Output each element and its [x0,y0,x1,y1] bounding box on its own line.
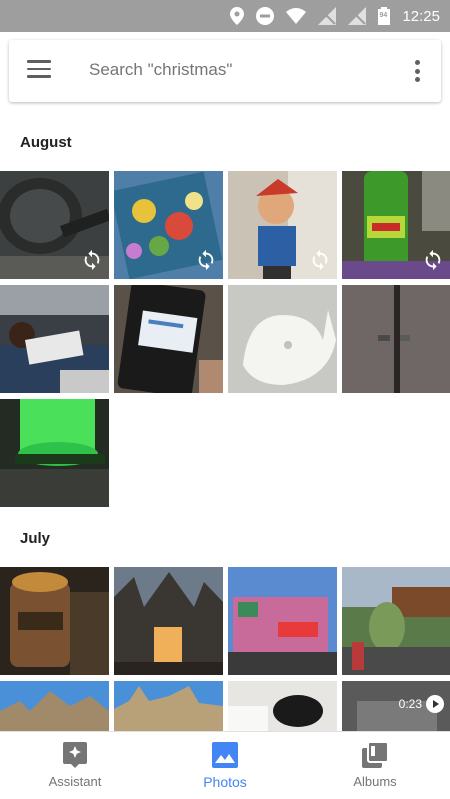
nav-photos[interactable]: Photos [150,732,300,799]
bottom-navigation: Assistant Photos Albums [0,731,450,799]
albums-icon [362,742,388,768]
video-duration-badge: 0:23 [399,695,444,713]
photos-icon [212,741,238,768]
nav-albums[interactable]: Albums [300,732,450,799]
nav-label: Photos [203,773,247,790]
photo-thumbnail[interactable] [0,171,109,279]
photo-thumbnail[interactable] [228,285,337,393]
nav-label: Albums [353,774,397,789]
photo-thumbnail[interactable] [114,171,223,279]
sync-icon [425,249,441,271]
wifi-icon [286,8,307,24]
do-not-disturb-icon [256,7,275,25]
location-icon [230,7,245,25]
photo-thumbnail[interactable] [342,171,450,279]
photo-thumbnail[interactable] [114,567,223,675]
sync-icon [84,249,100,271]
nav-label: Assistant [48,774,102,789]
photo-thumbnail[interactable] [342,567,450,675]
assistant-icon [63,742,87,768]
sync-icon [198,249,214,271]
photo-thumbnail[interactable] [114,285,223,393]
battery-level: 94 [379,12,388,19]
photo-thumbnail[interactable] [228,567,337,675]
sync-icon [312,249,328,271]
status-bar: 94 12:25 [0,0,450,32]
video-thumbnail[interactable]: 0:23 [342,681,450,731]
photo-thumbnail[interactable] [0,285,109,393]
clock: 12:25 [402,7,440,25]
battery-icon: 94 [378,7,391,25]
section-header-august: August [20,134,72,151]
photo-thumbnail[interactable] [228,171,337,279]
menu-icon[interactable] [27,60,51,80]
search-input[interactable] [89,60,389,80]
photo-thumbnail[interactable] [114,681,223,731]
search-bar [9,40,441,102]
photo-thumbnail[interactable] [0,567,109,675]
play-icon [426,695,444,713]
section-header-july: July [20,530,51,547]
photo-thumbnail[interactable] [342,285,450,393]
photo-thumbnail[interactable] [0,681,109,731]
video-duration: 0:23 [398,697,422,711]
nav-assistant[interactable]: Assistant [0,732,150,799]
photo-thumbnail[interactable] [0,399,109,507]
more-options-icon[interactable] [415,60,421,82]
photo-thumbnail[interactable] [228,681,337,731]
no-signal-icon [348,7,367,25]
no-signal-icon [318,7,337,25]
